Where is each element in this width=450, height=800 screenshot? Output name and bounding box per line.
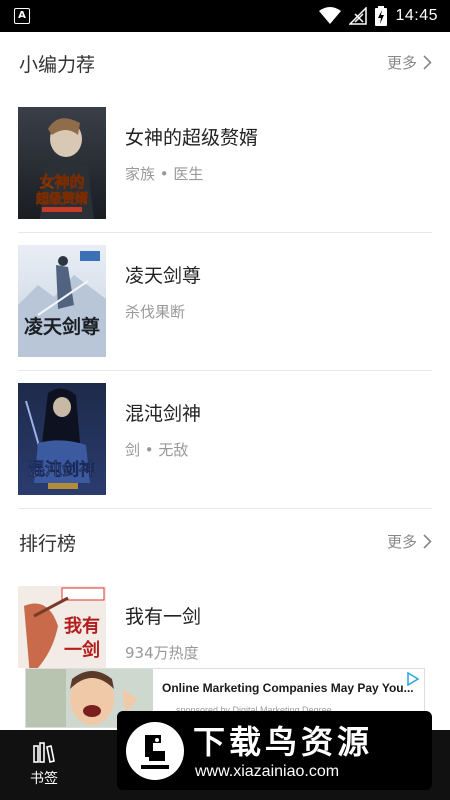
watermark-title: 下载鸟资源 <box>193 723 374 761</box>
book-item[interactable]: 凌天剑尊 凌天剑尊 杀伐果断 <box>0 245 450 383</box>
book-cover[interactable]: 女神的 超级赘婿 <box>18 107 106 219</box>
book-tags: 934万热度 <box>125 644 199 662</box>
tab-label: 书签 <box>30 771 58 787</box>
bookshelf-icon <box>33 742 55 763</box>
adchoices-icon[interactable] <box>406 672 420 686</box>
svg-text:混沌剑神: 混沌剑神 <box>28 459 96 480</box>
bird-logo-icon <box>126 722 184 780</box>
more-label: 更多 <box>386 54 417 72</box>
divider <box>18 232 432 233</box>
book-title[interactable]: 女神的超级赘婿 <box>125 123 258 150</box>
book-tags: 杀伐果断 <box>125 303 186 321</box>
book-item[interactable]: 混沌剑神 混沌剑神 剑 • 无敌 <box>0 383 450 521</box>
watermark-overlay: 下载鸟资源 www.xiazainiao.com <box>117 711 432 790</box>
tab-bookmarks[interactable]: 书签 <box>20 742 68 788</box>
svg-text:女神的: 女神的 <box>39 173 84 191</box>
divider <box>18 508 432 509</box>
svg-text:超级赘婿: 超级赘婿 <box>36 191 89 207</box>
watermark-url: www.xiazainiao.com <box>195 763 340 780</box>
clock: 14:45 <box>395 7 438 24</box>
book-tags: 家族 • 医生 <box>125 165 204 183</box>
book-cover[interactable]: 混沌剑神 <box>18 383 106 495</box>
book-title[interactable]: 混沌剑神 <box>125 399 201 426</box>
section-header-ranking: 排行榜 更多 <box>0 517 450 567</box>
section-title: 排行榜 <box>19 533 77 555</box>
more-label: 更多 <box>386 533 417 551</box>
divider <box>18 370 432 371</box>
book-title[interactable]: 我有一剑 <box>125 602 201 629</box>
section-title: 小编力荐 <box>19 54 96 76</box>
section-header-recommended: 小编力荐 更多 <box>0 38 450 88</box>
book-cover[interactable]: 凌天剑尊 <box>18 245 106 357</box>
wifi-icon <box>319 7 342 24</box>
book-title[interactable]: 凌天剑尊 <box>125 261 201 288</box>
battery-charging-icon <box>375 6 388 26</box>
chevron-right-icon <box>423 534 432 549</box>
book-cover[interactable]: 我有 一剑 <box>18 586 106 668</box>
chevron-right-icon <box>423 55 432 70</box>
ad-headline[interactable]: Online Marketing Companies May Pay You..… <box>162 681 414 695</box>
app-notification-icon: A <box>14 8 30 24</box>
signal-icon <box>349 7 368 25</box>
svg-text:凌天剑尊: 凌天剑尊 <box>24 315 100 338</box>
book-item[interactable]: 女神的 超级赘婿 女神的超级赘婿 家族 • 医生 <box>0 107 450 245</box>
status-bar: A 14:45 <box>0 0 450 32</box>
book-item[interactable]: 我有 一剑 我有一剑 934万热度 <box>0 586 450 668</box>
more-button[interactable]: 更多 <box>387 52 432 73</box>
status-icons: 14:45 <box>319 6 438 26</box>
more-button[interactable]: 更多 <box>387 531 432 552</box>
svg-text:我有: 我有 <box>64 615 100 637</box>
book-tags: 剑 • 无敌 <box>125 441 189 459</box>
svg-text:一剑: 一剑 <box>64 639 100 661</box>
